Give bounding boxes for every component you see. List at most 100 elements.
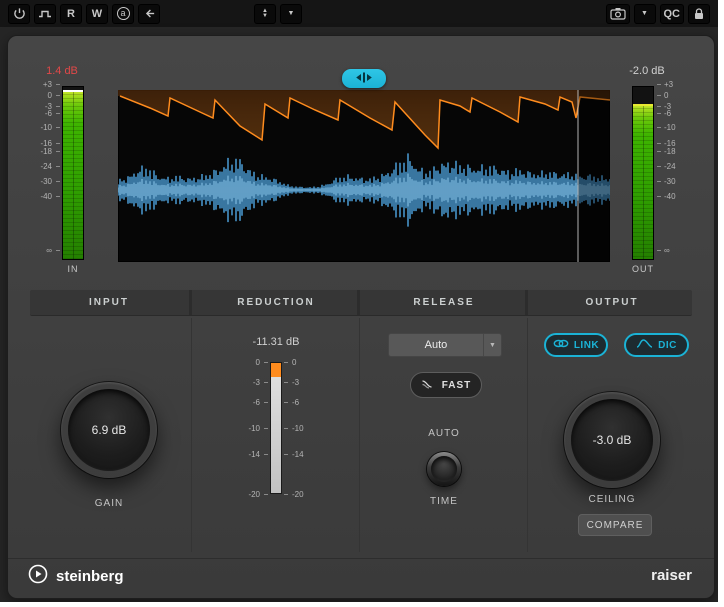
meter-scale-label: -20 [248, 490, 260, 499]
meter-tick [264, 402, 268, 403]
meter-channel-divider [73, 90, 74, 259]
plugin-name: raiser [651, 567, 692, 584]
bypass-button[interactable] [34, 3, 56, 24]
release-mode-select[interactable]: Auto ▼ [388, 333, 502, 357]
gain-knob[interactable]: 6.9 dB [61, 382, 157, 478]
meter-scale-label: -3 [252, 378, 260, 387]
meter-tick [264, 454, 268, 455]
dic-label: DIC [658, 339, 677, 351]
release-panel-title: RELEASE [413, 297, 475, 308]
quick-controls-label: QC [663, 7, 681, 20]
picture-icon [609, 7, 626, 20]
output-peak-line [633, 104, 653, 106]
meter-scale-label: -10 [248, 424, 260, 433]
preset-up-down-icon: ▲ ▼ [262, 7, 268, 19]
bypass-icon [38, 7, 52, 20]
fast-release-icon [421, 378, 436, 393]
quick-controls-button[interactable]: QC [659, 3, 684, 24]
raiser-plugin-panel: 1.4 dB -2.0 dB IN OUT INPUT REDUCTION RE… [8, 36, 714, 598]
steinberg-logo: steinberg [28, 564, 124, 588]
compare-button[interactable]: COMPARE [578, 514, 652, 536]
meter-tick [284, 428, 288, 429]
compare-label: COMPARE [586, 519, 644, 531]
lock-icon [693, 7, 705, 20]
meter-scale-label: +3 [42, 80, 52, 89]
waveform-graph [118, 90, 610, 262]
meter-tick [284, 382, 288, 383]
auto-label: AUTO [428, 428, 460, 439]
ceiling-knob[interactable]: -3.0 dB [564, 392, 660, 488]
copy-setup-button[interactable] [138, 3, 160, 24]
meter-tick [657, 95, 661, 96]
fast-label: FAST [441, 379, 472, 391]
meter-scale-label: -30 [664, 177, 676, 186]
meter-scale-label: -40 [664, 192, 676, 201]
meter-scale-label: -6 [664, 109, 672, 118]
dic-button[interactable]: DIC [624, 333, 689, 357]
meter-scale-label: -10 [292, 424, 304, 433]
link-button[interactable]: LINK [544, 333, 608, 357]
time-knob[interactable] [427, 452, 461, 486]
meter-scale-label: -20 [292, 490, 304, 499]
output-peak-readout: -2.0 dB [629, 65, 665, 77]
time-knob-face [431, 456, 457, 482]
setup-a-button[interactable]: a [112, 3, 134, 24]
panel-separator [359, 318, 360, 552]
meter-scale-label: -10 [40, 123, 52, 132]
preset-browser-button[interactable] [605, 3, 630, 24]
time-label: TIME [430, 496, 458, 507]
gain-label: GAIN [94, 498, 124, 509]
meter-tick [264, 494, 268, 495]
panel-separator [191, 318, 192, 552]
meter-tick [657, 106, 661, 107]
setup-a-icon: a [116, 7, 130, 20]
meter-tick [56, 84, 60, 85]
meter-tick [284, 494, 288, 495]
meter-scale-label: 0 [255, 358, 260, 367]
meter-scale-label: -40 [40, 192, 52, 201]
meter-tick [264, 382, 268, 383]
meter-scale-label: 0 [664, 91, 669, 100]
input-panel-title: INPUT [89, 297, 129, 308]
meter-tick [56, 196, 60, 197]
write-automation-label: W [91, 7, 103, 20]
write-automation-button[interactable]: W [86, 3, 108, 24]
output-meter-fill [633, 104, 653, 259]
read-automation-button[interactable]: R [60, 3, 82, 24]
output-level-meter [632, 86, 654, 260]
reduction-panel-title: REDUCTION [237, 297, 315, 308]
lock-button[interactable] [688, 3, 710, 24]
copy-arrow-icon [143, 7, 156, 20]
meter-tick [56, 143, 60, 144]
preset-prev-next-button[interactable]: ▲ ▼ [254, 3, 276, 24]
fast-button[interactable]: FAST [410, 372, 482, 398]
activate-button[interactable] [8, 3, 30, 24]
meter-tick [56, 127, 60, 128]
toolbar-right-group: ▼ QC [605, 3, 710, 24]
gain-value: 6.9 dB [91, 423, 127, 437]
link-label: LINK [573, 339, 600, 351]
envelope-fill [118, 90, 610, 148]
reduction-readout: -11.31 dB [252, 336, 300, 348]
plugin-host-window: R W a ▲ ▼ ▼ ▼ QC 1.4 dB -2.0 dB IN OUT I… [0, 0, 718, 602]
meter-scale-label: 0 [292, 358, 297, 367]
link-icon [553, 338, 569, 352]
meter-tick [657, 166, 661, 167]
preset-menu-button[interactable]: ▼ [280, 3, 302, 24]
output-meter-label: OUT [632, 264, 654, 274]
functions-menu-button[interactable]: ▼ [633, 3, 656, 24]
meter-tick [264, 428, 268, 429]
gain-reduction-meter [270, 362, 282, 494]
scrub-handle-button[interactable] [342, 69, 386, 88]
meter-scale-label: ∞ [664, 246, 670, 255]
meter-tick [284, 402, 288, 403]
header-divider [189, 290, 192, 315]
header-divider [357, 290, 360, 315]
meter-tick [56, 151, 60, 152]
meter-tick [56, 181, 60, 182]
ceiling-label: CEILING [588, 494, 636, 505]
meter-tick [657, 196, 661, 197]
plugin-toolbar: R W a ▲ ▼ ▼ ▼ QC [0, 0, 718, 27]
steinberg-play-icon [28, 564, 48, 588]
release-mode-value: Auto [424, 339, 448, 351]
